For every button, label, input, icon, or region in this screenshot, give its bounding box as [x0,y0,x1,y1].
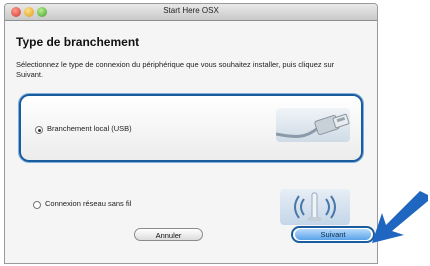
option-wireless-label: Connexion réseau sans fil [45,199,132,208]
usb-cable-icon [276,108,350,142]
callout-arrow-icon [372,191,428,243]
page-heading: Type de branchement [16,35,140,49]
next-button-highlight[interactable]: Suivant [291,226,375,243]
cancel-button[interactable]: Annuler [134,228,203,241]
window-title: Start Here OSX [163,6,219,15]
option-wireless[interactable]: Connexion réseau sans fil [19,163,363,227]
option-usb-label: Branchement local (USB) [47,124,132,133]
dialog-content: Type de branchement Sélectionnez le type… [5,21,377,263]
title-bar: Start Here OSX [5,4,377,21]
wireless-network-icon [280,189,350,225]
instructions-text: Sélectionnez le type de connexion du pér… [16,60,335,79]
option-usb[interactable]: Branchement local (USB) [19,94,363,162]
next-button[interactable]: Suivant [295,229,371,240]
radio-usb[interactable] [35,126,43,134]
installer-window: Start Here OSX Type de branchement Sélec… [4,3,378,264]
radio-wireless[interactable] [33,201,41,209]
